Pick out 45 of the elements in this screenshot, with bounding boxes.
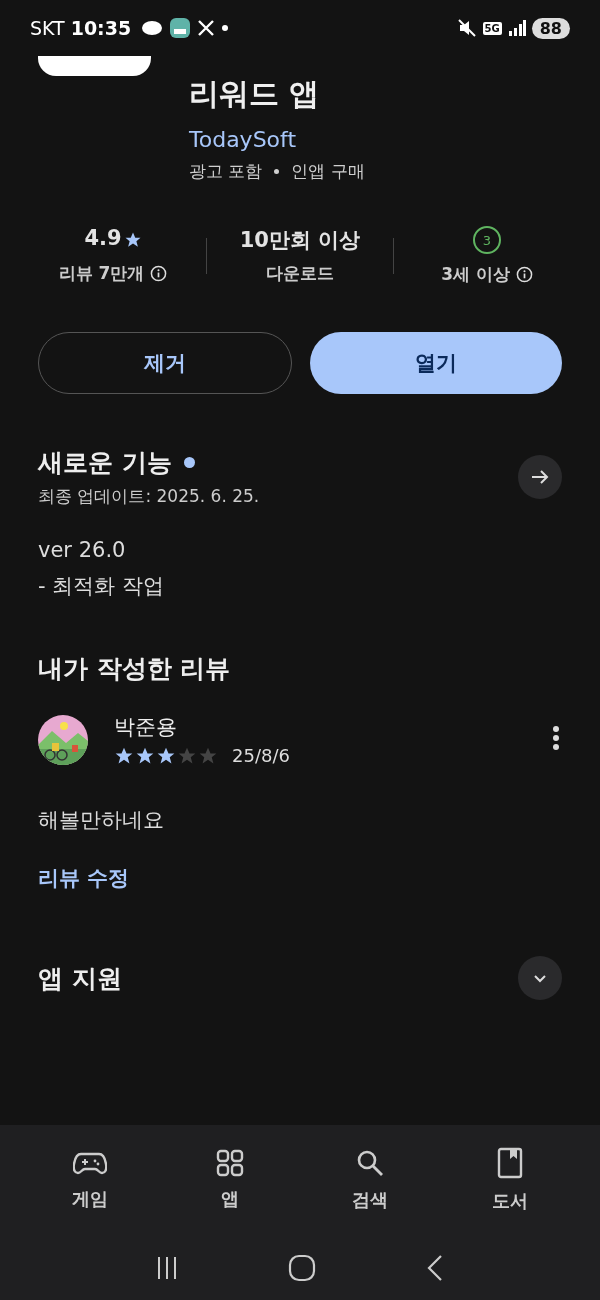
- home-icon[interactable]: [288, 1253, 316, 1282]
- battery-level: 88: [531, 17, 570, 39]
- nav-tab[interactable]: 검색: [300, 1125, 440, 1235]
- stat-label: 다운로드: [266, 262, 334, 285]
- open-button[interactable]: 열기: [310, 332, 562, 394]
- release-note: ver 26.0: [38, 538, 127, 562]
- update-date: 최종 업데이트: 2025. 6. 25.: [38, 485, 260, 508]
- developer-link[interactable]: TodaySoft: [189, 127, 365, 152]
- review-date: 25/8/6: [232, 745, 290, 766]
- nav-tab[interactable]: 게임: [20, 1125, 160, 1235]
- stat-value: 10만회 이상: [239, 227, 361, 254]
- app-title: 리워드 앱: [189, 75, 321, 113]
- dot-icon: [221, 24, 230, 32]
- info-icon[interactable]: [515, 266, 533, 283]
- app-notification-icon: [169, 17, 192, 39]
- signal-icon: [507, 20, 526, 36]
- network-type: 5G: [482, 21, 502, 35]
- book-icon: [497, 1147, 523, 1179]
- release-note: - 최적화 작업: [38, 573, 165, 600]
- edit-review-link[interactable]: 리뷰 수정: [38, 864, 130, 892]
- carrier-name: SKT: [30, 17, 65, 39]
- search-icon: [355, 1148, 385, 1178]
- stat-label: 리뷰 7만개: [58, 262, 145, 285]
- info-icon[interactable]: [150, 265, 168, 282]
- age-rating-badge: 3: [473, 226, 501, 254]
- chat-bubble-icon: [141, 19, 164, 37]
- section-title: 내가 작성한 리뷰: [38, 653, 232, 685]
- arrow-button[interactable]: [518, 455, 562, 499]
- app-icon: [38, 56, 151, 76]
- nav-tab[interactable]: 앱: [160, 1125, 300, 1235]
- mute-icon: [456, 18, 477, 38]
- section-title: 새로운 기능: [38, 447, 172, 479]
- clock-time: 10:35: [70, 17, 132, 39]
- grid-icon: [216, 1149, 244, 1177]
- section-title: 앱 지원: [38, 962, 122, 995]
- rating-value: 4.9: [84, 226, 122, 252]
- reviewer-name: 박준용: [114, 714, 178, 741]
- stat-label: 3세 이상: [441, 263, 510, 286]
- app-note: 인앱 구매: [291, 160, 365, 183]
- separator-dot: [274, 169, 280, 174]
- x-logo-icon: [197, 19, 216, 37]
- star-icon: [123, 231, 142, 249]
- nav-tab[interactable]: 도서: [440, 1125, 580, 1235]
- app-note: 광고 포함: [189, 160, 263, 183]
- review-text: 해볼만하네요: [37, 807, 165, 834]
